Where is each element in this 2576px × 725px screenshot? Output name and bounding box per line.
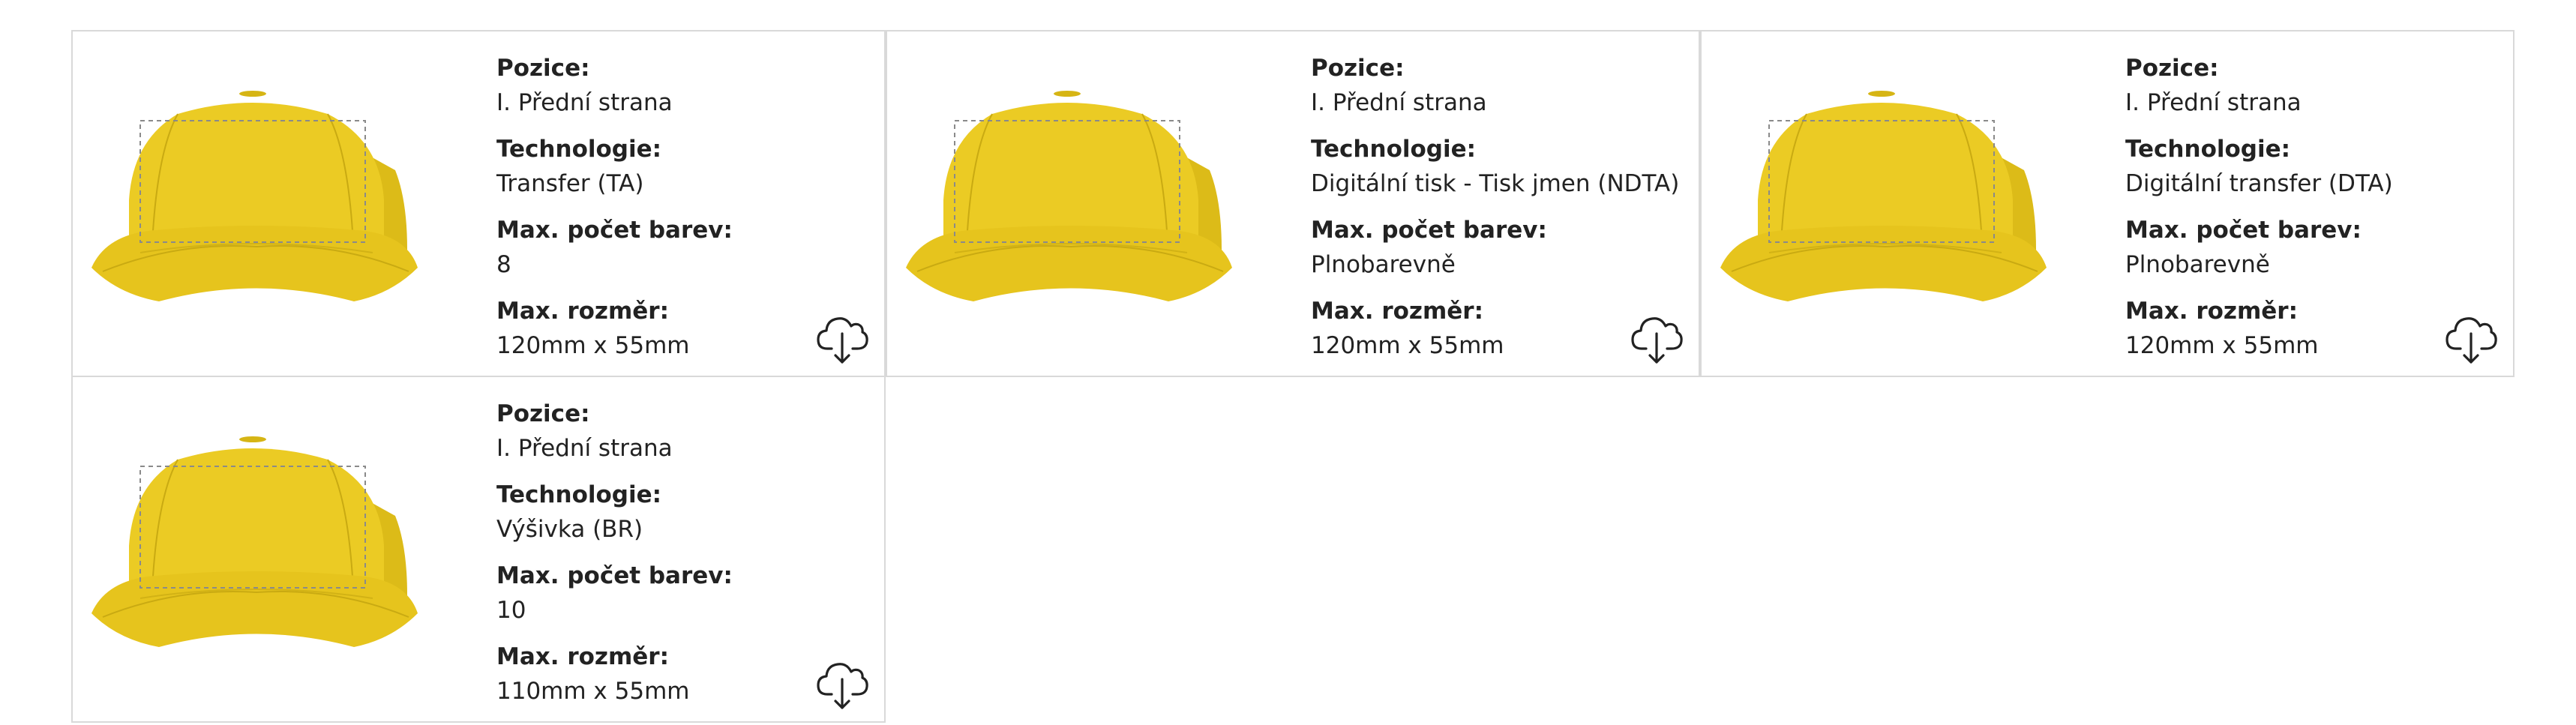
technology-value: Výšivka (BR) [496, 516, 643, 543]
technology-label: Technologie: [496, 136, 662, 163]
technology-label: Technologie: [496, 481, 662, 508]
max-colors-label: Max. počet barev: [1311, 217, 1547, 244]
print-area-card: Pozice: I. Přední strana Technologie: Di… [1700, 30, 2515, 377]
position-value: I. Přední strana [2125, 89, 2302, 116]
max-size-label: Max. rozměr: [1311, 298, 1483, 325]
technology-label: Technologie: [2125, 136, 2291, 163]
cap-image [91, 91, 418, 301]
cloud-download-icon[interactable] [815, 658, 869, 711]
cloud-download-icon[interactable] [815, 313, 869, 365]
technology-label: Technologie: [1311, 136, 1477, 163]
print-area-details: Pozice: I. Přední strana Technologie: Di… [1311, 51, 1680, 375]
max-size-label: Max. rozměr: [496, 643, 669, 670]
cloud-download-icon[interactable] [2444, 313, 2498, 365]
technology-value: Transfer (TA) [496, 170, 644, 197]
max-size-label: Max. rozměr: [2125, 298, 2298, 325]
max-size-value: 120mm x 55mm [1311, 332, 1504, 359]
cap-image [91, 436, 418, 647]
print-area-card: Pozice: I. Přední strana Technologie: Vý… [71, 376, 886, 723]
max-size-value: 110mm x 55mm [496, 678, 690, 705]
print-area-details: Pozice: I. Přední strana Technologie: Di… [2125, 51, 2485, 375]
max-colors-value: 10 [496, 597, 526, 624]
max-colors-label: Max. počet barev: [2125, 217, 2362, 244]
technology-value: Digitální transfer (DTA) [2125, 170, 2393, 197]
position-value: I. Přední strana [496, 435, 673, 462]
print-area-details: Pozice: I. Přední strana Technologie: Vý… [496, 397, 856, 721]
max-colors-value: Plnobarevně [1311, 251, 1456, 278]
max-colors-label: Max. počet barev: [496, 217, 733, 244]
position-label: Pozice: [496, 400, 590, 427]
position-value: I. Přední strana [496, 89, 673, 116]
cap-image [1720, 91, 2047, 301]
cloud-download-icon[interactable] [1630, 313, 1684, 365]
print-area-card: Pozice: I. Přední strana Technologie: Tr… [71, 30, 886, 377]
max-colors-value: 8 [496, 251, 511, 278]
technology-value: Digitální tisk - Tisk jmen (NDTA) [1311, 170, 1680, 197]
max-size-value: 120mm x 55mm [2125, 332, 2319, 359]
position-value: I. Přední strana [1311, 89, 1487, 116]
cap-image [906, 91, 1232, 301]
max-size-label: Max. rozměr: [496, 298, 669, 325]
position-label: Pozice: [1311, 55, 1405, 82]
max-colors-value: Plnobarevně [2125, 251, 2270, 278]
position-label: Pozice: [496, 55, 590, 82]
print-area-details: Pozice: I. Přední strana Technologie: Tr… [496, 51, 856, 375]
print-area-card: Pozice: I. Přední strana Technologie: Di… [886, 30, 1700, 377]
position-label: Pozice: [2125, 55, 2219, 82]
max-size-value: 120mm x 55mm [496, 332, 690, 359]
max-colors-label: Max. počet barev: [496, 562, 733, 589]
